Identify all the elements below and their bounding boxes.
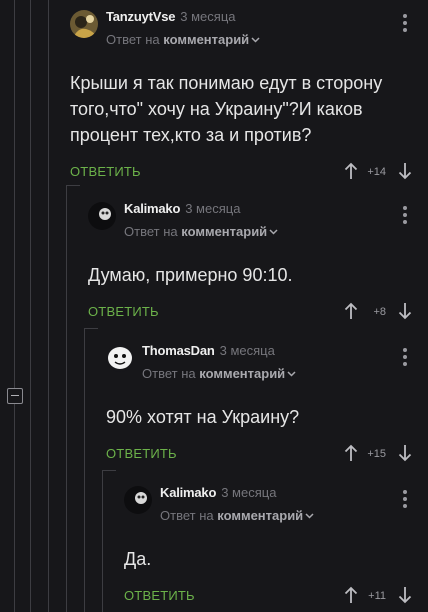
comment: Kalimako 3 месяца Ответ на комментарий Да… [124, 485, 428, 608]
reply-button[interactable]: ОТВЕТИТЬ [70, 164, 141, 179]
comment-time: 3 месяца [221, 485, 277, 500]
arrow-down-icon[interactable] [398, 302, 412, 320]
comment-text: Крыши я так понимаю едут в сторону того,… [70, 73, 383, 145]
reply-button[interactable]: ОТВЕТИТЬ [106, 446, 177, 461]
comment-header: Kalimako 3 месяца Ответ на комментарий [124, 485, 428, 546]
comment-author[interactable]: Kalimako 3 месяца [124, 201, 240, 216]
comment-time: 3 месяца [219, 343, 275, 358]
reply-to-link[interactable]: Ответ на комментарий [160, 508, 314, 523]
comment: Kalimako 3 месяца Ответ на комментарий Ду… [88, 201, 428, 324]
thread-line [48, 0, 49, 612]
arrow-down-icon[interactable] [398, 162, 412, 180]
reply-to-link[interactable]: Ответ на комментарий [124, 224, 278, 239]
comment-actions: ОТВЕТИТЬ +11 [124, 586, 428, 608]
thread-hook [84, 328, 98, 329]
chevron-down-icon [269, 229, 278, 235]
reply-to-link[interactable]: Ответ на комментарий [106, 32, 260, 47]
avatar[interactable] [124, 486, 152, 514]
thread-hook [102, 470, 116, 471]
comment-header: ThomasDan 3 месяца Ответ на комментарий [106, 343, 428, 404]
avatar[interactable] [88, 202, 116, 230]
comment: TanzuytVse 3 месяца Ответ на комментарий … [70, 9, 428, 184]
kebab-menu-icon[interactable] [402, 490, 408, 508]
comment-time: 3 месяца [185, 201, 241, 216]
arrow-down-icon[interactable] [398, 444, 412, 462]
kebab-menu-icon[interactable] [402, 14, 408, 32]
thread-line [66, 185, 67, 612]
comment-text: Думаю, примерно 90:10. [88, 265, 293, 285]
comment-time: 3 месяца [180, 9, 236, 24]
reply-to-link[interactable]: Ответ на комментарий [142, 366, 296, 381]
comment-header: Kalimako 3 месяца Ответ на комментарий [88, 201, 428, 262]
arrow-down-icon[interactable] [398, 586, 412, 604]
comment-actions: ОТВЕТИТЬ +14 [70, 162, 428, 184]
thread-line [30, 0, 31, 612]
thread-line [14, 0, 15, 612]
comment-header: TanzuytVse 3 месяца Ответ на комментарий [70, 9, 428, 70]
kebab-menu-icon[interactable] [402, 206, 408, 224]
thread-hook [66, 185, 80, 186]
avatar[interactable] [106, 344, 134, 372]
chevron-down-icon [251, 37, 260, 43]
arrow-up-icon[interactable] [344, 162, 358, 180]
comment-author[interactable]: ThomasDan 3 месяца [142, 343, 275, 358]
thread-line [84, 328, 85, 612]
arrow-up-icon[interactable] [344, 444, 358, 462]
collapse-thread-icon[interactable] [7, 388, 23, 404]
comment-author[interactable]: Kalimako 3 месяца [160, 485, 276, 500]
arrow-up-icon[interactable] [344, 302, 358, 320]
reply-button[interactable]: ОТВЕТИТЬ [88, 304, 159, 319]
comment-text: Да. [124, 549, 152, 569]
comment-score: +14 [367, 166, 386, 178]
arrow-up-icon[interactable] [344, 586, 358, 604]
comment-actions: ОТВЕТИТЬ +15 [106, 444, 428, 466]
comment-text: 90% хотят на Украину? [106, 407, 300, 427]
comment-author[interactable]: TanzuytVse 3 месяца [106, 9, 236, 24]
comment-actions: ОТВЕТИТЬ +8 [88, 302, 428, 324]
comment-score: +15 [367, 448, 386, 460]
comment-score: +11 [368, 590, 386, 602]
reply-button[interactable]: ОТВЕТИТЬ [124, 588, 195, 603]
comment-score: +8 [373, 306, 386, 318]
chevron-down-icon [287, 371, 296, 377]
avatar[interactable] [70, 10, 98, 38]
kebab-menu-icon[interactable] [402, 348, 408, 366]
chevron-down-icon [305, 513, 314, 519]
thread-line [102, 470, 103, 612]
comment: ThomasDan 3 месяца Ответ на комментарий 9… [106, 343, 428, 466]
